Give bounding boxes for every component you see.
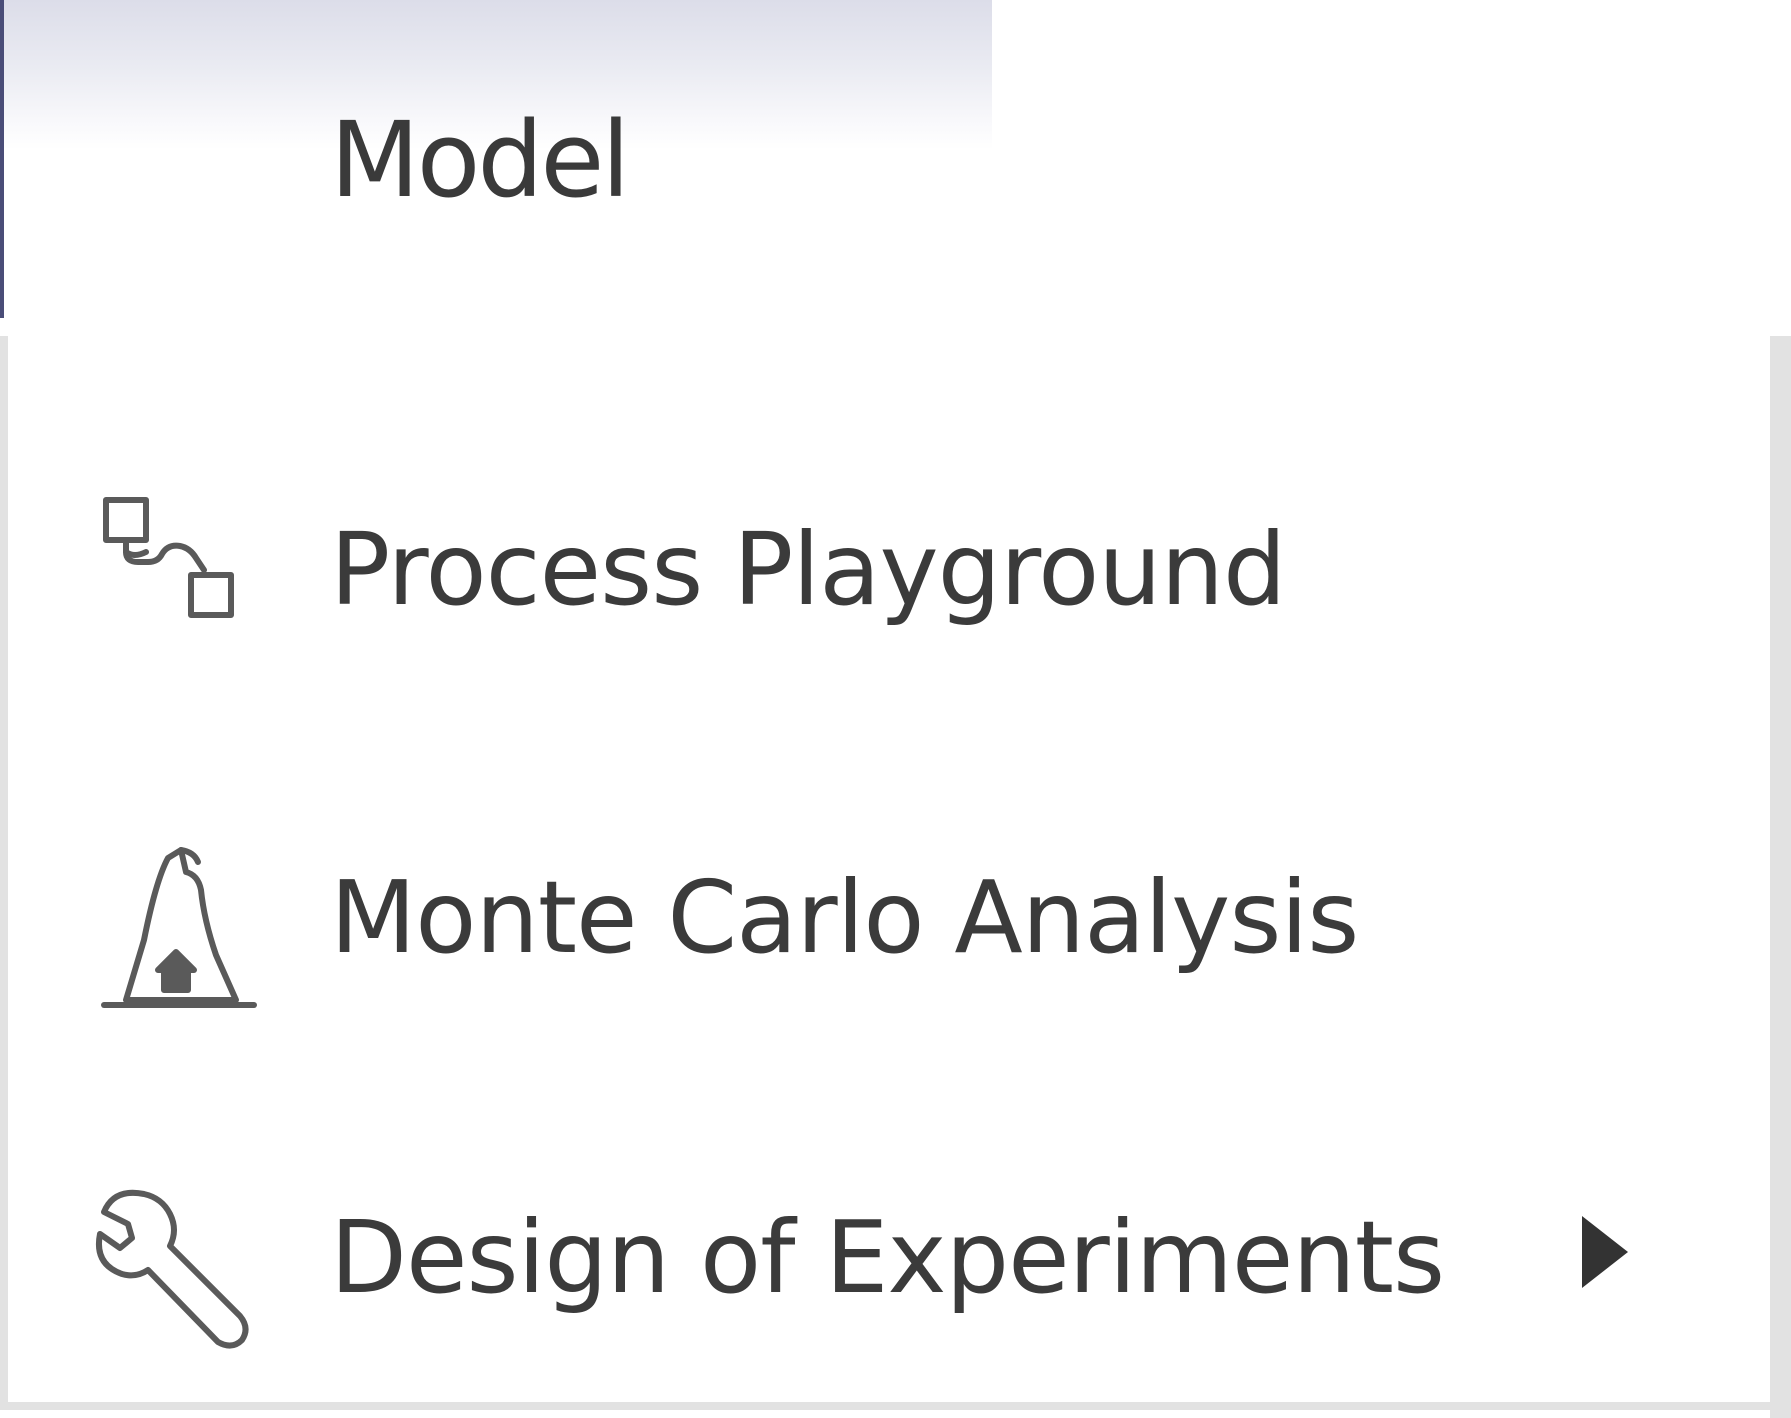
menu-shadow-edge [1770, 336, 1791, 1418]
wizard-hat-icon [86, 840, 266, 1020]
menu-item-label: Process Playground [330, 511, 1286, 628]
process-flow-icon [86, 480, 266, 660]
menu-item-label: Monte Carlo Analysis [330, 859, 1359, 976]
submenu-arrow-icon [1582, 1216, 1628, 1288]
menu-item-label: Design of Experiments [330, 1199, 1445, 1316]
menu-item-monte-carlo-analysis[interactable]: Monte Carlo Analysis [8, 760, 1748, 1060]
menu-item-process-playground[interactable]: Process Playground [8, 410, 1748, 710]
tab-edge-accent [0, 0, 4, 318]
tab-title: Model [330, 99, 630, 221]
menu-item-design-of-experiments[interactable]: Design of Experiments [8, 1100, 1748, 1400]
wrench-icon [86, 1172, 266, 1352]
model-ribbon-dropdown: Model Process Playground Monte Carlo Ana… [0, 0, 1791, 1418]
